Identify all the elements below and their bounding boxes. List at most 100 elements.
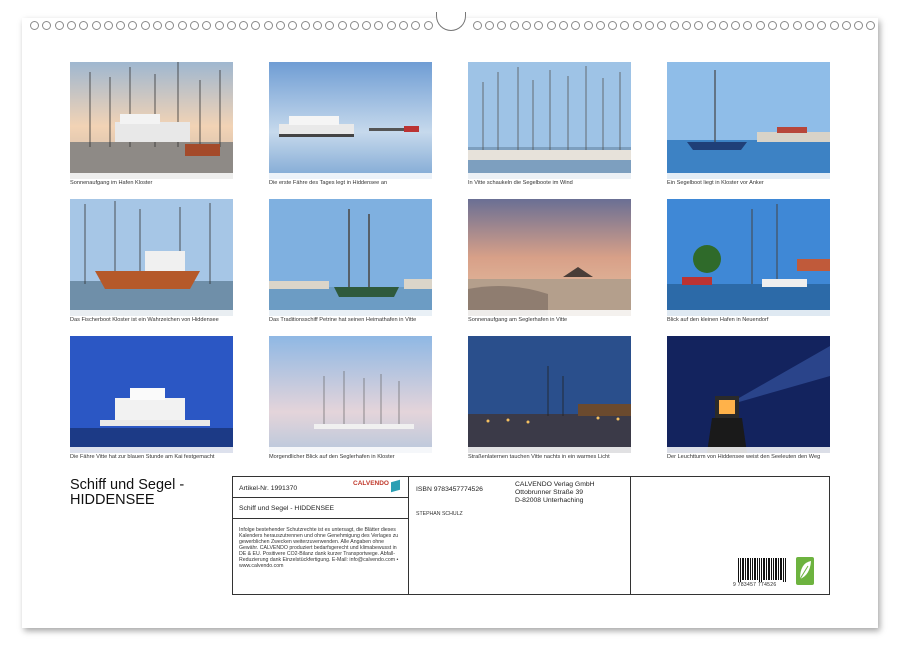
photo-caption: Blick auf den kleinen Hafen in Neuendorf — [667, 317, 867, 323]
binding-ring — [805, 21, 814, 30]
binding-ring — [596, 21, 605, 30]
binding-ring — [510, 21, 519, 30]
binding-ring — [571, 21, 580, 30]
author-name: STEPHAN SCHULZ — [416, 511, 463, 517]
publisher-name: CALVENDO Verlag GmbH — [515, 481, 595, 488]
binding-ring — [707, 21, 716, 30]
barcode-icon — [738, 558, 786, 582]
binding-ring — [42, 21, 51, 30]
binding-ring — [399, 21, 408, 30]
binding-ring — [793, 21, 802, 30]
photo-caption: Sonnenaufgang im Hafen Kloster — [70, 180, 270, 186]
binding-ring — [251, 21, 260, 30]
harbor-sunrise-image — [70, 62, 233, 179]
binding-ring — [288, 21, 297, 30]
binding-ring — [374, 21, 383, 30]
product-info-box: Artikel-Nr. 1991370 CALVENDO Schiff und … — [232, 476, 830, 595]
photo-thumbnail — [70, 62, 233, 179]
binding-ring — [165, 21, 174, 30]
sailboats-vitte-image — [468, 62, 631, 179]
binding-ring — [473, 21, 482, 30]
photo-caption: Sonnenaufgang am Seglerhafen in Vitte — [468, 317, 668, 323]
calendar-title: Schiff und Segel - HIDDENSEE — [70, 478, 184, 508]
binding-ring — [842, 21, 851, 30]
morning-harbor-image — [269, 336, 432, 453]
binding-ring — [534, 21, 543, 30]
binding-ring — [190, 21, 199, 30]
binding-ring — [411, 21, 420, 30]
calvendo-logo: CALVENDO — [353, 480, 403, 494]
binding-ring — [854, 21, 863, 30]
photo-caption: In Vitte schaukeln die Segelboote im Win… — [468, 180, 668, 186]
photo-thumbnail — [269, 62, 432, 179]
legal-notice: Infolge bestehender Schutzrechte ist es … — [239, 527, 403, 569]
photo-caption: Der Leuchtturm von Hiddensee weist den S… — [667, 454, 867, 460]
lighthouse-image — [667, 336, 830, 453]
binding-ring — [780, 21, 789, 30]
binding-ring — [743, 21, 752, 30]
photo-caption: Die Fähre Vitte hat zur blauen Stunde am… — [70, 454, 270, 460]
product-title: Schiff und Segel - HIDDENSEE — [239, 505, 334, 512]
photo-caption: Die erste Fähre des Tages legt in Hidden… — [269, 180, 469, 186]
binding-ring — [830, 21, 839, 30]
binding-ring — [153, 21, 162, 30]
article-number: Artikel-Nr. 1991370 — [239, 485, 297, 492]
binding-ring — [30, 21, 39, 30]
photo-thumbnail — [269, 336, 432, 453]
binding-ring — [657, 21, 666, 30]
binding-ring — [128, 21, 137, 30]
photo-thumbnail — [667, 336, 830, 453]
binding-ring — [227, 21, 236, 30]
binding-ring — [817, 21, 826, 30]
binding-ring — [350, 21, 359, 30]
binding-ring — [276, 21, 285, 30]
photo-thumbnail — [468, 199, 631, 316]
binding-ring — [559, 21, 568, 30]
calendar-back-page: Sonnenaufgang im Hafen Kloster Die erste… — [22, 18, 878, 628]
street-lights-vitte-image — [468, 336, 631, 453]
binding-ring — [55, 21, 64, 30]
binding-ring — [92, 21, 101, 30]
photo-caption: Ein Segelboot liegt in Kloster vor Anker — [667, 180, 867, 186]
binding-ring — [301, 21, 310, 30]
binding-ring — [522, 21, 531, 30]
binding-ring — [608, 21, 617, 30]
binding-ring — [104, 21, 113, 30]
binding-ring — [116, 21, 125, 30]
ferry-vitte-image — [70, 336, 233, 453]
photo-thumbnail — [269, 199, 432, 316]
ferry-image — [269, 62, 432, 179]
binding-ring — [497, 21, 506, 30]
binding-ring — [694, 21, 703, 30]
calendar-title-line1: Schiff und Segel - — [70, 478, 184, 493]
sailboat-anchor-image — [667, 62, 830, 179]
eco-label-icon — [796, 557, 814, 585]
photo-thumbnail — [468, 62, 631, 179]
binding-ring — [424, 21, 433, 30]
photo-caption: Das Traditionsschiff Petrine hat seinen … — [269, 317, 469, 323]
traditional-ship-image — [269, 199, 432, 316]
isbn: ISBN 9783457774526 — [416, 486, 483, 493]
neuendorf-harbor-image — [667, 199, 830, 316]
binding-ring — [387, 21, 396, 30]
binding-ring — [215, 21, 224, 30]
binding-ring — [485, 21, 494, 30]
barcode-number: 9 783457 774526 — [733, 582, 776, 588]
binding-ring — [338, 21, 347, 30]
binding-ring — [547, 21, 556, 30]
calendar-title-line2: HIDDENSEE — [70, 493, 184, 508]
publisher-street: Ottobrunner Straße 39 — [515, 489, 583, 496]
photo-thumbnail — [70, 199, 233, 316]
binding-ring — [584, 21, 593, 30]
binding-ring — [645, 21, 654, 30]
fishing-boat-image — [70, 199, 233, 316]
binding-ring — [141, 21, 150, 30]
binding-ring — [682, 21, 691, 30]
binding-ring — [239, 21, 248, 30]
binding-ring — [79, 21, 88, 30]
binding-ring — [178, 21, 187, 30]
photo-thumbnail — [70, 336, 233, 453]
binding-ring — [670, 21, 679, 30]
binding-ring — [731, 21, 740, 30]
binding-ring — [866, 21, 875, 30]
